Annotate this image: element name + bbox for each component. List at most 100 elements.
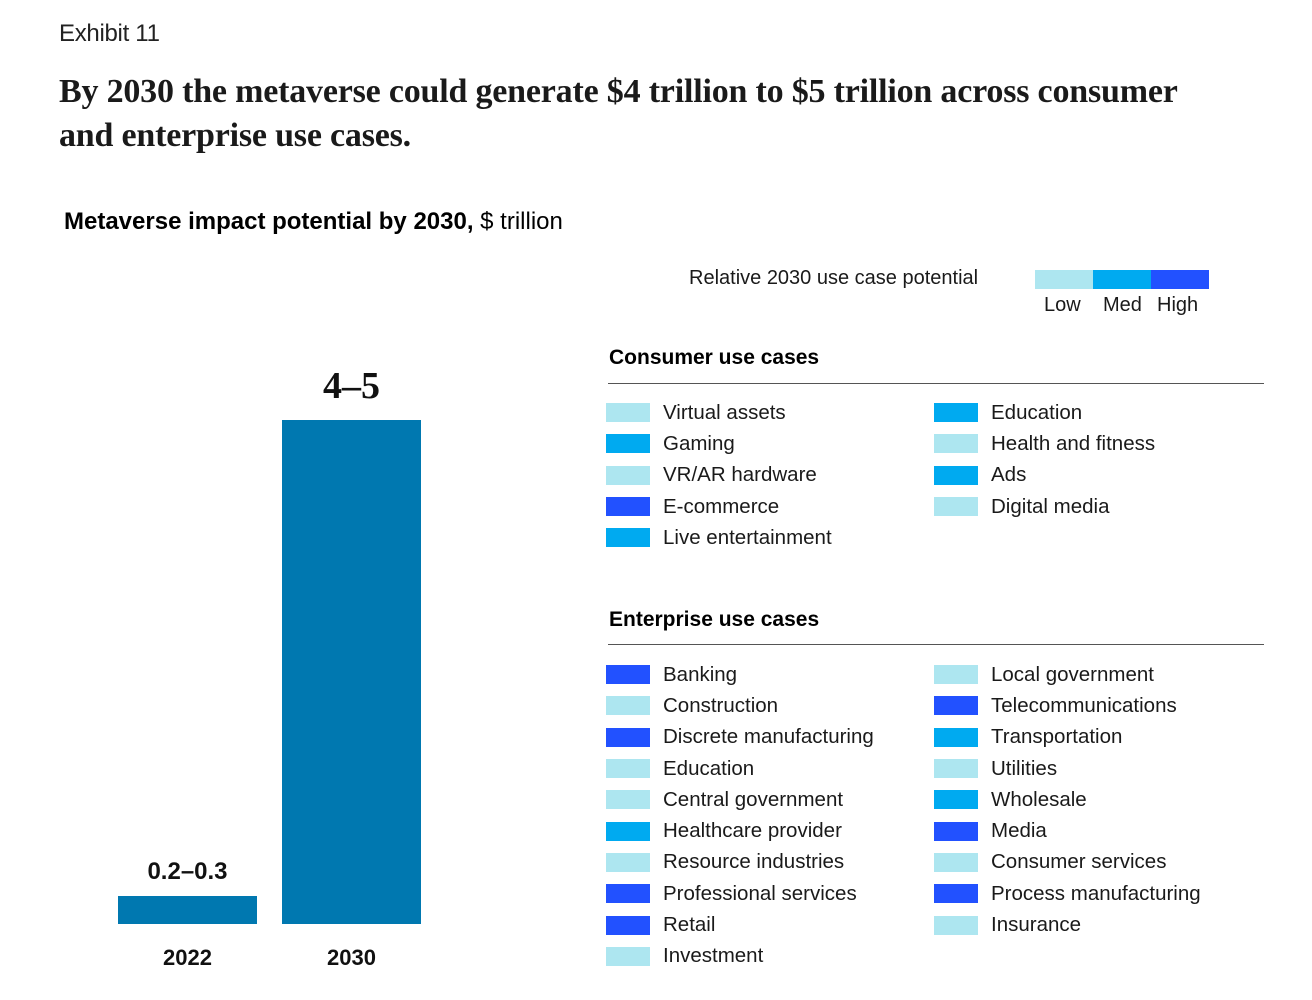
- potential-swatch-high: [606, 665, 650, 685]
- legend-item: Process manufacturing: [934, 878, 1201, 909]
- consumer-legend-col-1: Virtual assets Gaming VR/AR hardware E-comm…: [606, 397, 832, 553]
- potential-swatch-high: [606, 727, 650, 747]
- legend-item: Media: [934, 815, 1201, 846]
- potential-swatch-low: [606, 852, 650, 872]
- legend-item: Retail: [606, 909, 874, 940]
- potential-swatch-low: [934, 759, 978, 779]
- legend-label: Education: [663, 756, 755, 780]
- potential-swatch-low: [606, 465, 650, 485]
- consumer-legend-col-2: Education Health and fitness Ads Digital me…: [934, 397, 1155, 522]
- potential-swatch-low: [606, 790, 650, 810]
- bar-chart: 0.2–0.3 2022 4–5 2030: [118, 365, 421, 970]
- scale-swatch-high: [1151, 270, 1209, 289]
- scale-swatch-low: [1035, 270, 1093, 289]
- legend-item: Construction: [606, 690, 874, 721]
- potential-scale: [1035, 270, 1209, 289]
- potential-swatch-med: [934, 790, 978, 810]
- enterprise-divider: [608, 644, 1264, 645]
- legend-label: Gaming: [663, 431, 735, 455]
- legend-label: Investment: [663, 944, 764, 968]
- potential-swatch-low: [606, 696, 650, 716]
- potential-swatch-low: [934, 497, 978, 517]
- legend-label: Health and fitness: [991, 431, 1156, 455]
- potential-swatch-med: [606, 528, 650, 548]
- potential-swatch-med: [606, 434, 650, 454]
- scale-label-high: High: [1157, 294, 1199, 316]
- legend-label: Consumer services: [991, 850, 1167, 874]
- legend-item: Healthcare provider: [606, 815, 874, 846]
- bar-2030: [282, 420, 421, 924]
- legend-label: Virtual assets: [663, 400, 786, 424]
- legend-label: Telecommunications: [991, 693, 1177, 717]
- legend-item: Investment: [606, 941, 874, 972]
- legend-label: Resource industries: [663, 850, 845, 874]
- legend-label: Process manufacturing: [991, 881, 1201, 905]
- legend-label: Ads: [991, 463, 1027, 487]
- legend-item: Telecommunications: [934, 690, 1201, 721]
- data-label-2030: 4–5: [323, 365, 380, 407]
- legend-label: Education: [991, 400, 1083, 424]
- legend-label: Insurance: [991, 913, 1082, 937]
- legend-item: Gaming: [606, 428, 832, 459]
- legend-label: Wholesale: [991, 787, 1087, 811]
- consumer-divider: [608, 383, 1264, 384]
- legend-item: Central government: [606, 784, 874, 815]
- legend-label: Digital media: [991, 494, 1110, 518]
- legend-item: Virtual assets: [606, 397, 832, 428]
- legend-item: Discrete manufacturing: [606, 722, 874, 753]
- potential-swatch-med: [934, 465, 978, 485]
- enterprise-section-title: Enterprise use cases: [609, 608, 820, 631]
- legend-item: Ads: [934, 460, 1155, 491]
- legend-item: Resource industries: [606, 847, 874, 878]
- legend-item: Digital media: [934, 491, 1155, 522]
- legend-label: Healthcare provider: [663, 819, 842, 843]
- legend-label: Transportation: [991, 725, 1123, 749]
- legend-label: Discrete manufacturing: [663, 725, 874, 749]
- legend-item: Education: [606, 753, 874, 784]
- potential-swatch-high: [934, 821, 978, 841]
- legend-label: Central government: [663, 787, 844, 811]
- scale-swatch-med: [1093, 270, 1151, 289]
- legend-label: Retail: [663, 913, 716, 937]
- consumer-section-title: Consumer use cases: [609, 346, 820, 369]
- legend-label: VR/AR hardware: [663, 463, 817, 487]
- category-label-2022: 2022: [163, 945, 212, 970]
- scale-label-med: Med: [1103, 294, 1142, 316]
- legend-item: Professional services: [606, 878, 874, 909]
- potential-swatch-high: [606, 884, 650, 904]
- potential-swatch-low: [606, 403, 650, 423]
- legend-label: E-commerce: [663, 494, 780, 518]
- enterprise-legend-col-1: Banking Construction Discrete manufacturin…: [606, 659, 874, 972]
- legend-label: Construction: [663, 693, 779, 717]
- potential-swatch-low: [606, 759, 650, 779]
- potential-swatch-low: [934, 665, 978, 685]
- enterprise-legend-col-2: Local government Telecommunications Transp…: [934, 659, 1201, 941]
- legend-item: E-commerce: [606, 491, 832, 522]
- legend-item: Wholesale: [934, 784, 1201, 815]
- legend-item: Local government: [934, 659, 1201, 690]
- legend-item: Consumer services: [934, 847, 1201, 878]
- legend-item: Banking: [606, 659, 874, 690]
- potential-swatch-low: [934, 915, 978, 935]
- potential-swatch-med: [934, 727, 978, 747]
- potential-scale-label: Relative 2030 use case potential: [689, 267, 979, 289]
- potential-swatch-med: [934, 403, 978, 423]
- potential-swatch-low: [934, 434, 978, 454]
- legend-label: Media: [991, 819, 1047, 843]
- legend-label: Professional services: [663, 881, 857, 905]
- legend-label: Local government: [991, 662, 1154, 686]
- legend-item: Transportation: [934, 722, 1201, 753]
- legend-item: Utilities: [934, 753, 1201, 784]
- potential-swatch-high: [934, 696, 978, 716]
- potential-swatch-low: [934, 852, 978, 872]
- legend-label: Live entertainment: [663, 525, 832, 549]
- legend-item: Health and fitness: [934, 428, 1155, 459]
- legend-label: Utilities: [991, 756, 1058, 780]
- potential-swatch-med: [606, 821, 650, 841]
- potential-swatch-high: [606, 497, 650, 517]
- data-label-2022: 0.2–0.3: [147, 858, 227, 885]
- legend-item: Education: [934, 397, 1155, 428]
- legend-item: Live entertainment: [606, 522, 832, 553]
- legend-item: Insurance: [934, 909, 1201, 940]
- bar-2022: [118, 896, 257, 924]
